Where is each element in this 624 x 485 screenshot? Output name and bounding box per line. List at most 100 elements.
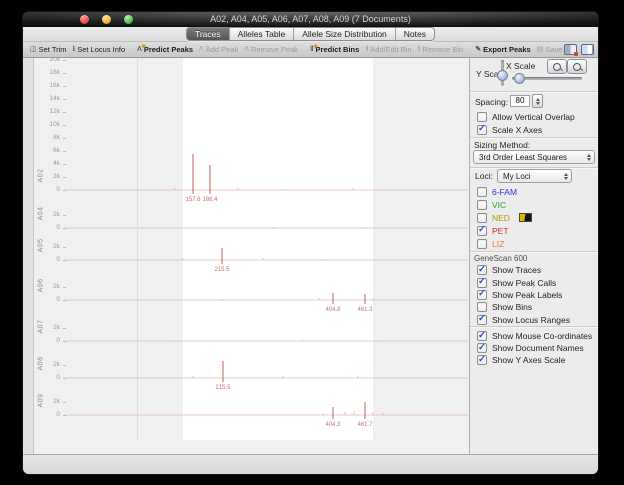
ned-dye-swatch-icon <box>519 213 532 222</box>
y-tick-mark <box>63 415 66 416</box>
separator <box>470 167 598 168</box>
dye-vic-row: VIC <box>470 198 598 211</box>
dye-pet-row: PET <box>470 224 598 237</box>
show-bins-row: Show Bins <box>470 301 598 313</box>
trace-row-A07 <box>65 340 468 341</box>
predict-peaks-button[interactable]: Λ✱Predict Peaks <box>134 45 196 54</box>
y-tick-mark <box>63 99 66 100</box>
peak-size-label: 404.3 <box>325 422 341 428</box>
dye-pet-checkbox[interactable] <box>477 226 487 236</box>
show-y-axes-scale-checkbox[interactable] <box>477 355 487 365</box>
separator <box>470 251 598 252</box>
dye-vic-checkbox[interactable] <box>477 200 487 210</box>
trace-row-A08: 215.5 <box>65 361 468 391</box>
dye-liz-label: LIZ <box>492 239 504 249</box>
x-scale-slider-thumb[interactable] <box>514 73 525 84</box>
spacing-label: Spacing: <box>475 97 508 107</box>
color-panel-icon[interactable] <box>564 44 577 55</box>
show-document-names-row: Show Document Names <box>470 342 598 354</box>
dye-6-fam-label: 6-FAM <box>492 187 517 197</box>
x-scale-label: X Scale <box>506 61 535 71</box>
show-options-list: Show Traces Show Peak Calls Show Peak Labe… <box>470 264 598 326</box>
y-tick-mark <box>63 215 66 216</box>
show-document-names-checkbox[interactable] <box>477 343 487 353</box>
spacing-input[interactable]: 80 <box>510 95 530 107</box>
spacing-stepper[interactable] <box>532 94 543 108</box>
show-peak-labels-row: Show Peak Labels <box>470 289 598 301</box>
loci-dropdown[interactable]: My Loci <box>497 169 572 183</box>
remove-peak-button: Λ−Remove Peak <box>241 45 301 54</box>
show-mouse-co-ordinates-checkbox[interactable] <box>477 331 487 341</box>
toolbar-label: Add/Edit Bin <box>370 45 411 54</box>
set-locus-info-button[interactable]: ℹSet Locus Info <box>70 45 129 54</box>
document-row-label: A02 <box>38 161 45 191</box>
trace-row-A09: 404.3 461.7 <box>65 402 468 428</box>
sizing-method-label: Sizing Method: <box>474 140 530 150</box>
dye-liz-checkbox[interactable] <box>477 239 487 249</box>
remove-bin-icon: ‖− <box>418 46 421 54</box>
sizing-method-dropdown[interactable]: 3rd Order Least Squares <box>473 150 595 164</box>
predict-bins-button[interactable]: ‖✱Predict Bins <box>307 45 362 54</box>
document-row-label: A08 <box>38 349 45 379</box>
y-tick-mark <box>63 190 66 191</box>
tab-traces[interactable]: Traces <box>187 28 229 40</box>
save-button: ▤Save <box>534 45 566 54</box>
set-trim-button[interactable]: ◫Set Trim <box>27 45 70 54</box>
y-tick-label: 18k <box>33 69 60 77</box>
remove-bin-button: ‖−Remove Bin <box>415 45 467 54</box>
document-row-label: A05 <box>38 231 45 261</box>
y-tick-label: 20k <box>33 58 60 64</box>
y-tick-label: 10k <box>33 121 60 129</box>
show-traces-label: Show Traces <box>492 265 541 275</box>
tab-notes[interactable]: Notes <box>395 28 434 40</box>
traces-chart[interactable]: 157.6186.4215.5404.8461.3215.5404.3461.7… <box>23 58 469 454</box>
show-peak-calls-label: Show Peak Calls <box>492 278 556 288</box>
y-tick-mark <box>63 73 66 74</box>
trace-plot: 157.6186.4215.5404.8461.3215.5404.3461.7 <box>23 58 469 454</box>
scale-x-axes-row: Scale X Axes <box>470 123 598 136</box>
dye-checkbox-list: 6-FAMVICNEDPETLIZ <box>470 185 598 250</box>
dye-ned-checkbox[interactable] <box>477 213 487 223</box>
dye-6-fam-row: 6-FAM <box>470 185 598 198</box>
dye-6-fam-checkbox[interactable] <box>477 187 487 197</box>
show-bins-label: Show Bins <box>492 302 532 312</box>
show-traces-checkbox[interactable] <box>477 265 487 275</box>
document-row-label: A06 <box>38 271 45 301</box>
trace-row-A05: 215.5 <box>65 248 468 273</box>
export-peaks-button[interactable]: ✎Export Peaks <box>472 45 533 54</box>
split-view-icon[interactable] <box>581 44 594 55</box>
y-scale-slider[interactable] <box>501 60 504 86</box>
peak-size-label: 215.5 <box>215 385 231 391</box>
separator <box>470 326 598 327</box>
scale-x-axes-checkbox[interactable] <box>477 125 487 135</box>
tab-alleles-table[interactable]: Alleles Table <box>229 28 294 40</box>
peak-size-label: 215.5 <box>214 267 230 273</box>
document-row-label: A07 <box>38 312 45 342</box>
allow-vertical-overlap-checkbox[interactable] <box>477 112 487 122</box>
y-tick-label: 16k <box>33 82 60 90</box>
add-peak-button: Λ+Add Peak <box>196 45 241 54</box>
document-row-label: A04 <box>38 199 45 229</box>
show-peak-calls-checkbox[interactable] <box>477 278 487 288</box>
show-bins-checkbox[interactable] <box>477 302 487 312</box>
loci-value: My Loci <box>503 172 531 181</box>
toolbar-label: Predict Peaks <box>144 45 193 54</box>
tab-allele-size-distribution[interactable]: Allele Size Distribution <box>293 28 395 40</box>
y-scale-slider-thumb[interactable] <box>497 70 508 81</box>
x-zoom-out-button[interactable] <box>547 59 567 74</box>
toolbar-label: Set Trim <box>39 45 67 54</box>
trace-row-A02: 157.6186.4 <box>65 154 468 203</box>
title-bar[interactable]: A02, A04, A05, A06, A07, A08, A09 (7 Doc… <box>23 12 598 27</box>
trace-row-A04 <box>65 227 468 228</box>
show-peak-labels-label: Show Peak Labels <box>492 290 562 300</box>
show-locus-ranges-checkbox[interactable] <box>477 315 487 325</box>
toolbar-label: Set Locus Info <box>77 45 125 54</box>
toolbar-label: Save <box>545 45 562 54</box>
show-document-names-label: Show Document Names <box>492 343 584 353</box>
show-peak-labels-checkbox[interactable] <box>477 290 487 300</box>
x-scale-slider[interactable] <box>512 77 582 80</box>
add-peak-icon: Λ+ <box>199 46 204 54</box>
show-mouse-co-ordinates-row: Show Mouse Co-ordinates <box>470 330 598 342</box>
peak-size-label: 461.7 <box>357 422 373 428</box>
x-zoom-in-button[interactable] <box>567 59 587 74</box>
